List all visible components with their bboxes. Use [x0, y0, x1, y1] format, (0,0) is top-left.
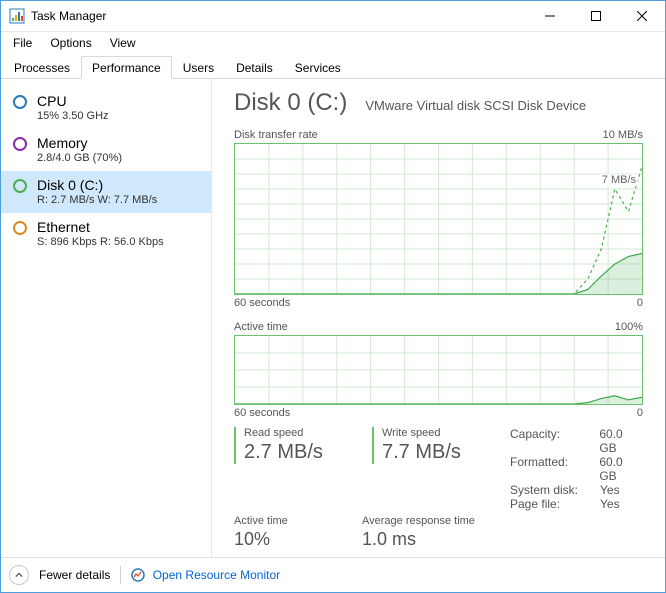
- memory-icon: [13, 137, 27, 151]
- tab-details[interactable]: Details: [225, 56, 284, 78]
- separator: [120, 566, 121, 584]
- main-panel: Disk 0 (C:) VMware Virtual disk SCSI Dis…: [212, 79, 665, 557]
- metric-write-speed: Write speed 7.7 MB/s: [372, 427, 482, 464]
- sidebar-item-sub: 2.8/4.0 GB (70%): [37, 151, 122, 165]
- sidebar-item-ethernet[interactable]: Ethernet S: 896 Kbps R: 56.0 Kbps: [1, 213, 211, 255]
- sidebar-item-sub: S: 896 Kbps R: 56.0 Kbps: [37, 235, 164, 249]
- chevron-up-icon[interactable]: [9, 565, 29, 585]
- menubar: File Options View: [1, 32, 665, 54]
- sidebar-item-title: Memory: [37, 135, 122, 151]
- tab-services[interactable]: Services: [284, 56, 352, 78]
- active-time-label: Active time: [234, 321, 288, 333]
- minimize-button[interactable]: [527, 1, 573, 31]
- footer: Fewer details Open Resource Monitor: [1, 557, 665, 592]
- axis-left: 60 seconds: [234, 297, 290, 309]
- close-button[interactable]: [619, 1, 665, 31]
- page-title: Disk 0 (C:): [234, 89, 347, 117]
- axis-right: 0: [637, 407, 643, 419]
- active-time-ymax: 100%: [615, 321, 643, 333]
- tab-performance[interactable]: Performance: [81, 56, 172, 79]
- transfer-rate-label: Disk transfer rate: [234, 129, 318, 141]
- sidebar-item-memory[interactable]: Memory 2.8/4.0 GB (70%): [1, 129, 211, 171]
- task-manager-window: Task Manager File Options View Processes…: [0, 0, 666, 593]
- transfer-marker-label: 7 MB/s: [600, 174, 638, 186]
- maximize-button[interactable]: [573, 1, 619, 31]
- performance-sidebar: CPU 15% 3.50 GHz Memory 2.8/4.0 GB (70%)…: [1, 79, 212, 557]
- transfer-rate-ymax: 10 MB/s: [603, 129, 643, 141]
- sidebar-item-title: Ethernet: [37, 219, 164, 235]
- sidebar-item-disk[interactable]: Disk 0 (C:) R: 2.7 MB/s W: 7.7 MB/s: [1, 171, 211, 213]
- titlebar[interactable]: Task Manager: [1, 1, 665, 32]
- metric-active-time: Active time 10%: [234, 515, 334, 550]
- fewer-details-link[interactable]: Fewer details: [39, 568, 110, 582]
- resource-monitor-icon: [131, 568, 145, 582]
- disk-icon: [13, 179, 27, 193]
- window-title: Task Manager: [31, 9, 106, 23]
- sidebar-item-cpu[interactable]: CPU 15% 3.50 GHz: [1, 87, 211, 129]
- menu-file[interactable]: File: [5, 34, 40, 52]
- menu-options[interactable]: Options: [42, 34, 99, 52]
- active-time-chart[interactable]: [234, 335, 643, 405]
- sidebar-item-title: Disk 0 (C:): [37, 177, 157, 193]
- disk-properties: Capacity:60.0 GB Formatted:60.0 GB Syste…: [510, 427, 643, 511]
- axis-right: 0: [637, 297, 643, 309]
- axis-left: 60 seconds: [234, 407, 290, 419]
- device-name: VMware Virtual disk SCSI Disk Device: [365, 98, 586, 113]
- app-icon: [9, 8, 25, 24]
- tabstrip: Processes Performance Users Details Serv…: [1, 54, 665, 79]
- open-resource-monitor-link[interactable]: Open Resource Monitor: [131, 568, 280, 583]
- menu-view[interactable]: View: [102, 34, 144, 52]
- metric-response-time: Average response time 1.0 ms: [362, 515, 502, 550]
- transfer-rate-chart[interactable]: 7 MB/s: [234, 143, 643, 295]
- sidebar-item-sub: 15% 3.50 GHz: [37, 109, 109, 123]
- sidebar-item-sub: R: 2.7 MB/s W: 7.7 MB/s: [37, 193, 157, 207]
- ethernet-icon: [13, 221, 27, 235]
- tab-processes[interactable]: Processes: [3, 56, 81, 78]
- tab-users[interactable]: Users: [172, 56, 225, 78]
- cpu-icon: [13, 95, 27, 109]
- metric-read-speed: Read speed 2.7 MB/s: [234, 427, 344, 464]
- sidebar-item-title: CPU: [37, 93, 109, 109]
